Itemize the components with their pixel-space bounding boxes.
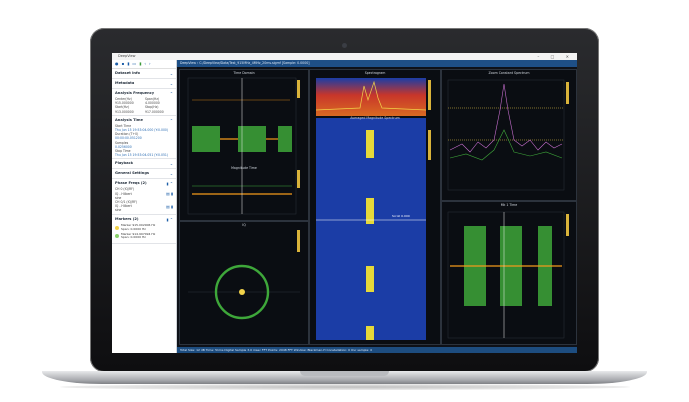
chevron-down-icon[interactable]: ⌄: [170, 160, 173, 167]
marker-sub: Span: 0.0000 Hz: [121, 235, 146, 240]
metadata-header: Metadata: [115, 81, 135, 85]
folder-icon[interactable]: ▭: [132, 60, 136, 68]
scale-bar: [428, 80, 431, 110]
zoom-time-panel[interactable]: Mk 1 Time: [441, 201, 577, 345]
trash-icon[interactable]: ▮ ⌃: [166, 216, 173, 223]
base-shadow: [60, 384, 630, 390]
status-text: Total Size: 12 dB Time: 51ms Digital Sam…: [180, 348, 373, 352]
zoomed-spectrum-panel[interactable]: Zoom Constant Spectrum: [441, 69, 577, 201]
marker-color-dot: [115, 225, 119, 230]
save-icon[interactable]: ▮: [127, 60, 129, 68]
phase-freqs-header: Phase Freqs: [115, 181, 140, 186]
window-title: DeepView: [118, 54, 136, 58]
file-icon[interactable]: ▪: [122, 60, 125, 68]
scale-bar: [297, 80, 300, 98]
export-icon[interactable]: ▮: [139, 60, 141, 68]
constellation-center: [239, 289, 245, 295]
iq-panel[interactable]: IQ: [179, 221, 309, 345]
analysis-time-section: Analysis Time ⌃ Start Time Thu Jun 15 19:…: [112, 116, 176, 160]
start-value[interactable]: 913.000000: [115, 110, 141, 114]
markers-header: Markers: [115, 216, 132, 221]
phase-item[interactable]: CH 0 (IQ/RF) IQ - Hilbert sine ▤ ▮: [115, 187, 173, 200]
edit-icon[interactable]: ▤ ▮: [166, 191, 173, 196]
burst: [192, 126, 220, 152]
scale-bar: [566, 82, 569, 104]
general-settings-section[interactable]: General Settings ⌄: [112, 169, 176, 180]
markers-section: Markers (2) ▮ ⌃ Marker 915.002906 Hz Span:…: [112, 215, 176, 244]
camera-icon: [342, 43, 347, 48]
magnitude-time-title: Magnitude Time: [231, 166, 257, 170]
phase-freqs-count: (2): [140, 181, 147, 186]
play-icon[interactable]: ●: [115, 60, 119, 68]
dataset-info-section[interactable]: Dataset Info ⌄: [112, 69, 176, 79]
marker-color-dot: [115, 234, 119, 239]
scale-bar: [297, 170, 300, 188]
iq-plot[interactable]: [180, 222, 308, 344]
phase-item[interactable]: CH 0/1 (IQ/RF) IQ - Hilbert sine ▤ ▮: [115, 200, 173, 213]
analysis-time-header: Analysis Time: [115, 117, 143, 122]
main-area: DeepView › C:/DeepView/Data/Test_915MHz_…: [177, 60, 577, 353]
phase-item-line3: sine: [115, 208, 122, 213]
spectrum-trace: [449, 83, 563, 153]
marker-item[interactable]: Marker 915.002906 Hz Span: 0.0000 Hz: [115, 224, 173, 231]
trash-icon[interactable]: ▮ ⌃: [166, 180, 173, 187]
time-domain-panel[interactable]: Time Domain Magnitude Time: [179, 69, 309, 221]
chevron-up-icon[interactable]: ⌃: [170, 90, 173, 97]
spectrogram-plot[interactable]: [310, 70, 440, 344]
scale-bar: [566, 214, 569, 236]
spectrum-trace: [449, 129, 563, 161]
waterfall-burst: [366, 130, 374, 158]
burst: [278, 126, 292, 152]
main-topbar: DeepView › C:/DeepView/Data/Test_915MHz_…: [177, 60, 577, 67]
chevron-down-icon[interactable]: ⌄: [170, 70, 173, 77]
waterfall-burst: [366, 326, 374, 340]
sidebar-toolbar: ● ▪ ▮ ▭ ▮ ‹ ›: [112, 60, 176, 69]
stop-value[interactable]: 917.000000: [145, 110, 171, 114]
forward-icon[interactable]: ›: [149, 60, 151, 68]
chevron-down-icon[interactable]: ⌄: [170, 80, 173, 87]
playback-section[interactable]: Playback ⌄: [112, 159, 176, 170]
edit-icon[interactable]: ▤ ▮: [166, 204, 173, 209]
spectrogram-panel[interactable]: Spectrogram Averaged Magnitude Spectrum …: [309, 69, 441, 345]
zoomed-spectrum-plot[interactable]: [442, 70, 576, 200]
waterfall-burst: [366, 266, 374, 292]
marker-item[interactable]: Marker 914.997094 Hz Span: 0.0000 Hz: [115, 232, 173, 240]
dataset-info-header: Dataset Info: [115, 71, 141, 75]
scroll-label: Scroll 0.000: [392, 214, 410, 218]
back-icon[interactable]: ‹: [144, 60, 146, 68]
general-settings-header: General Settings: [115, 171, 150, 176]
analysis-frequency-section: Analysis Frequency ⌃ Center(Hz) 915.000000…: [112, 89, 176, 116]
window-controls[interactable]: – □ ✕: [537, 53, 574, 60]
averaged-spectrum-title: Averaged Magnitude Spectrum: [350, 116, 400, 120]
metadata-section[interactable]: Metadata ⌄: [112, 79, 176, 89]
file-path: DeepView › C:/DeepView/Data/Test_915MHz_…: [180, 61, 310, 65]
marker-sub: Span: 0.0000 Hz: [121, 226, 146, 231]
playback-header: Playback: [115, 161, 134, 166]
zoom-time-plot[interactable]: [442, 202, 576, 344]
chevron-down-icon[interactable]: ⌄: [170, 170, 173, 177]
markers-count: (2): [132, 216, 139, 221]
time-domain-plot[interactable]: [180, 70, 308, 220]
phase-freqs-section: Phase Freqs (2) ▮ ⌃ CH 0 (IQ/RF) IQ - Hil…: [112, 179, 176, 215]
screen: DeepView – □ ✕ ● ▪ ▮ ▭ ▮ ‹ › Dataset Inf…: [112, 53, 577, 353]
scale-bar: [297, 230, 300, 252]
chevron-up-icon[interactable]: ⌃: [170, 117, 173, 124]
spectrum-fill: [316, 78, 426, 116]
scale-bar: [428, 130, 431, 160]
laptop-notch: [300, 371, 389, 376]
analysis-frequency-header: Analysis Frequency: [115, 91, 155, 95]
status-bar: Total Size: 12 dB Time: 51ms Digital Sam…: [177, 347, 577, 353]
sidebar: ● ▪ ▮ ▭ ▮ ‹ › Dataset Info ⌄ Metadata ⌄ An…: [112, 60, 177, 353]
stop-time-value[interactable]: Thu Jun 15 19:53:04.051 (Y:0.051): [115, 153, 173, 157]
